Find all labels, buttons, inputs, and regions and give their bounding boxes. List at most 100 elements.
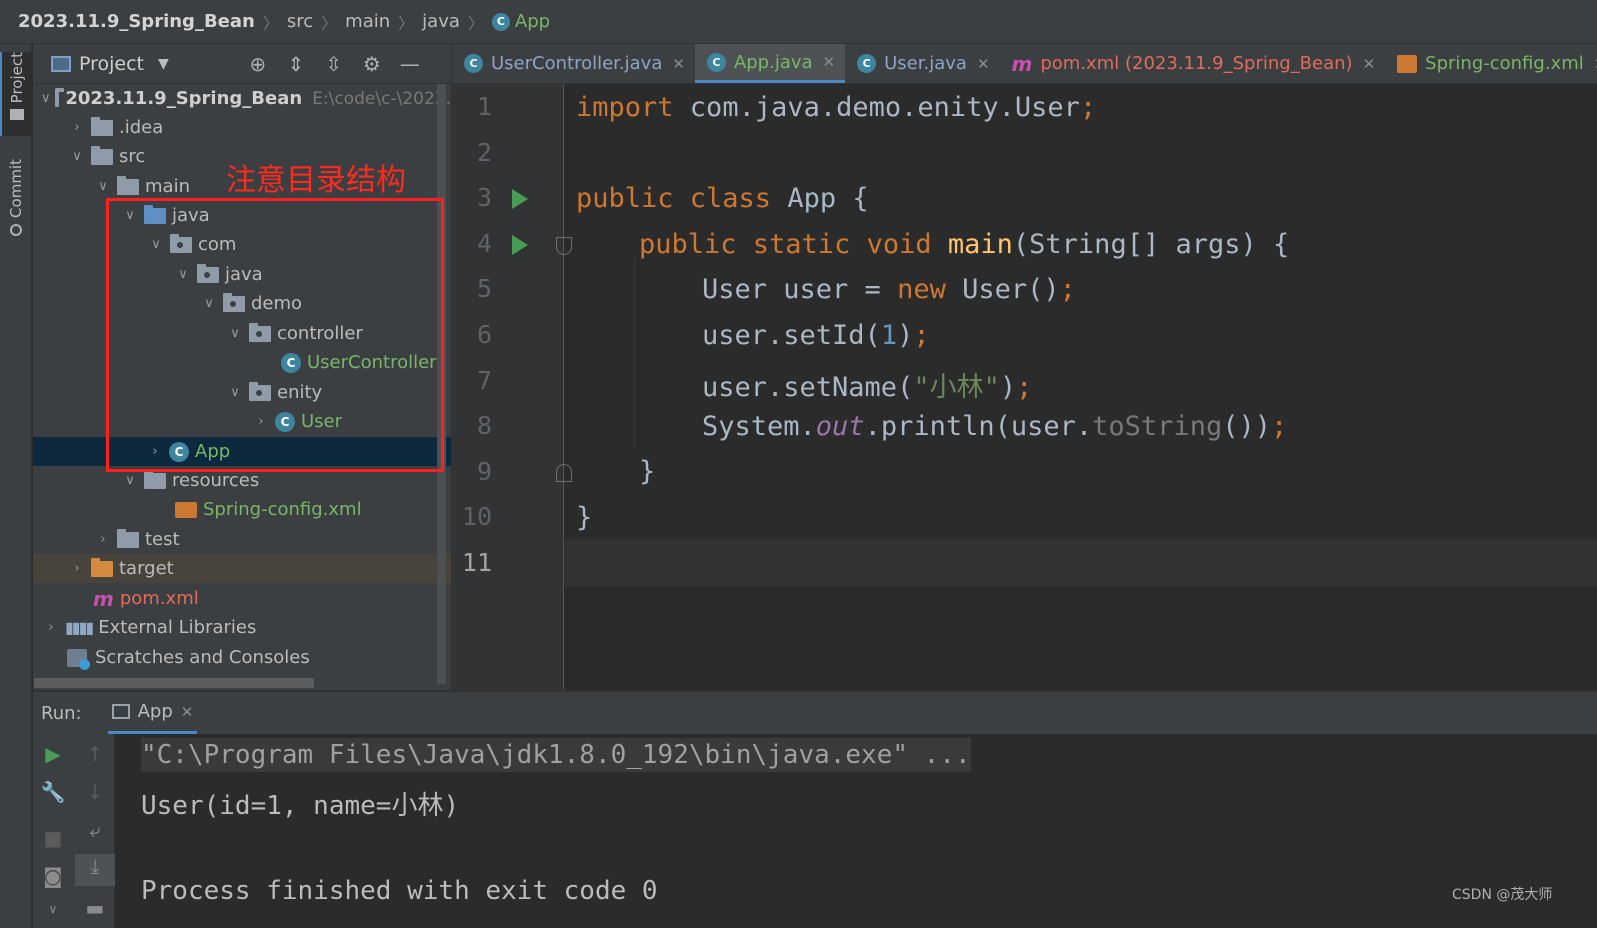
stop-icon[interactable]: ■ (33, 826, 73, 850)
close-icon[interactable]: ✕ (1363, 55, 1376, 73)
close-icon[interactable]: ✕ (823, 53, 836, 71)
tree-item-label: enity (277, 382, 323, 403)
tree-item-external-libraries[interactable]: › ▮▮▮▮ External Libraries (33, 613, 451, 642)
wrench-icon[interactable]: 🔧 (33, 780, 73, 804)
tree-item-usercontroller[interactable]: C UserController (33, 348, 451, 377)
tab-pom[interactable]: m pom.xml (2023.11.9_Spring_Bean) ✕ (1000, 44, 1386, 83)
code-line-3[interactable]: public class App { (576, 183, 869, 214)
breadcrumb-app[interactable]: App (515, 11, 550, 32)
chevron-down-icon[interactable]: ▼ (158, 56, 169, 72)
close-icon[interactable]: ✕ (977, 55, 990, 73)
tab-usercontroller[interactable]: C UserController.java ✕ (452, 44, 695, 83)
collapse-all-icon[interactable]: ⇳ (315, 52, 353, 76)
chevron-right-icon[interactable]: › (41, 620, 61, 635)
tree-item-user[interactable]: › C User (33, 407, 451, 436)
close-icon[interactable]: ✕ (672, 55, 685, 73)
chevron-right-icon[interactable]: › (145, 444, 165, 459)
fold-icon[interactable] (556, 464, 572, 482)
expand-all-icon[interactable]: ⇕ (277, 52, 315, 76)
code-line-6[interactable]: user.setId(1); (702, 320, 930, 351)
chevron-down-icon[interactable]: ∨ (67, 149, 87, 164)
run-gutter-icon[interactable] (512, 189, 528, 209)
horizontal-scrollbar[interactable] (34, 678, 314, 688)
tree-item-test[interactable]: › test (33, 525, 451, 554)
project-tool-tab[interactable]: Project (0, 52, 32, 136)
tree-item-idea[interactable]: › .idea (33, 113, 451, 142)
folder-icon (117, 175, 139, 195)
breadcrumb-project[interactable]: 2023.11.9_Spring_Bean (18, 11, 255, 32)
code-token: out (815, 411, 865, 442)
locate-icon[interactable]: ⊕ (239, 52, 277, 76)
tree-item-controller[interactable]: ∨ controller (33, 319, 451, 348)
chevron-right-icon[interactable]: › (67, 561, 87, 576)
arrow-up-icon[interactable]: ↑ (75, 742, 115, 766)
line-number: 2 (476, 138, 492, 167)
fold-icon[interactable] (556, 237, 572, 255)
chevron-down-icon[interactable]: ∨ (146, 237, 166, 252)
close-icon[interactable]: ✕ (181, 703, 194, 721)
rerun-icon[interactable]: ▶ (33, 742, 73, 766)
chevron-right-icon[interactable]: › (93, 532, 113, 547)
chevron-right-icon[interactable]: › (251, 414, 271, 429)
chevron-down-icon[interactable]: ∨ (41, 91, 51, 106)
tree-item-label: App (195, 441, 231, 462)
tab-label: Spring-config.xml (1425, 53, 1584, 74)
commit-tool-tab[interactable]: Commit (0, 159, 32, 254)
project-view-icon (51, 55, 71, 72)
chevron-down-icon[interactable]: ∨ (93, 179, 113, 194)
project-panel: Project ▼ ⊕ ⇕ ⇳ ⚙ — ∨ 2023.11.9_Spring_B… (33, 44, 451, 690)
scroll-to-end-icon[interactable]: ⤓ (75, 854, 115, 886)
watermark: CSDN @茂大师 (1452, 887, 1553, 903)
run-gutter-icon[interactable] (512, 235, 528, 255)
tree-item-enity[interactable]: ∨ enity (33, 378, 451, 407)
tree-item-spring-config[interactable]: Spring-config.xml (33, 495, 451, 524)
tree-item-app[interactable]: › C App (33, 437, 451, 466)
tree-item-java-package[interactable]: ∨ java (33, 260, 451, 289)
chevron-down-icon[interactable]: ∨ (173, 267, 193, 282)
code-line-5[interactable]: User user = new User(); (702, 274, 1076, 305)
tree-item-root[interactable]: ∨ 2023.11.9_Spring_Bean E:\code\c-\2023. (33, 84, 451, 113)
code-line-8[interactable]: System.out.println(user.toString()); (702, 411, 1287, 442)
run-toolbar: ▶ 🔧 ■ ◙ ∨ (33, 734, 75, 928)
package-icon (170, 233, 192, 253)
chevron-down-icon[interactable]: ∨ (225, 385, 245, 400)
breadcrumb-main[interactable]: main (345, 11, 390, 32)
package-icon (197, 263, 219, 283)
soft-wrap-icon[interactable]: ⤶ (75, 818, 115, 842)
chevron-right-icon[interactable]: › (67, 120, 87, 135)
project-view-selector[interactable]: Project (79, 53, 144, 75)
code-line-10[interactable]: } (576, 502, 592, 533)
tree-item-com[interactable]: ∨ com (33, 230, 451, 259)
arrow-down-icon[interactable]: ↓ (75, 780, 115, 804)
line-number: 10 (461, 502, 492, 531)
code-line-4[interactable]: public static void main(String[] args) { (639, 229, 1289, 260)
chevron-down-icon[interactable]: ∨ (120, 473, 140, 488)
chevron-down-icon[interactable]: ∨ (120, 208, 140, 223)
code-line-7[interactable]: user.setName("小林"); (702, 365, 1032, 404)
tree-item-java[interactable]: ∨ java (33, 201, 451, 230)
code-line-1[interactable]: import com.java.demo.enity.User; (576, 92, 1096, 123)
vertical-scrollbar[interactable] (437, 84, 446, 684)
chevron-down-icon[interactable]: ∨ (33, 902, 73, 916)
tab-app[interactable]: C App.java ✕ (694, 44, 846, 83)
code-line-9[interactable]: } (639, 456, 655, 487)
chevron-down-icon[interactable]: ∨ (225, 326, 245, 341)
tree-item-target[interactable]: › target (33, 554, 451, 583)
breadcrumb-java[interactable]: java (422, 11, 460, 32)
console-output[interactable]: "C:\Program Files\Java\jdk1.8.0_192\bin\… (115, 734, 1597, 928)
tree-item-scratches[interactable]: Scratches and Consoles (33, 643, 451, 672)
minimize-icon[interactable]: — (391, 52, 429, 76)
resources-folder-icon (144, 469, 166, 489)
print-icon[interactable]: ▬ (75, 896, 115, 920)
camera-icon[interactable]: ◙ (33, 864, 73, 888)
gear-icon[interactable]: ⚙ (353, 52, 391, 76)
run-tab-app[interactable]: App ✕ (107, 692, 198, 734)
tree-item-pom[interactable]: m pom.xml (33, 584, 451, 613)
tab-user[interactable]: C User.java ✕ (845, 44, 999, 83)
class-icon: C (169, 441, 189, 462)
tree-item-demo[interactable]: ∨ demo (33, 289, 451, 318)
breadcrumb-src[interactable]: src (287, 11, 313, 32)
chevron-down-icon[interactable]: ∨ (199, 296, 219, 311)
tab-spring-config[interactable]: Spring-config.xml ✕ (1385, 44, 1597, 83)
tree-item-resources[interactable]: ∨ resources (33, 466, 451, 495)
